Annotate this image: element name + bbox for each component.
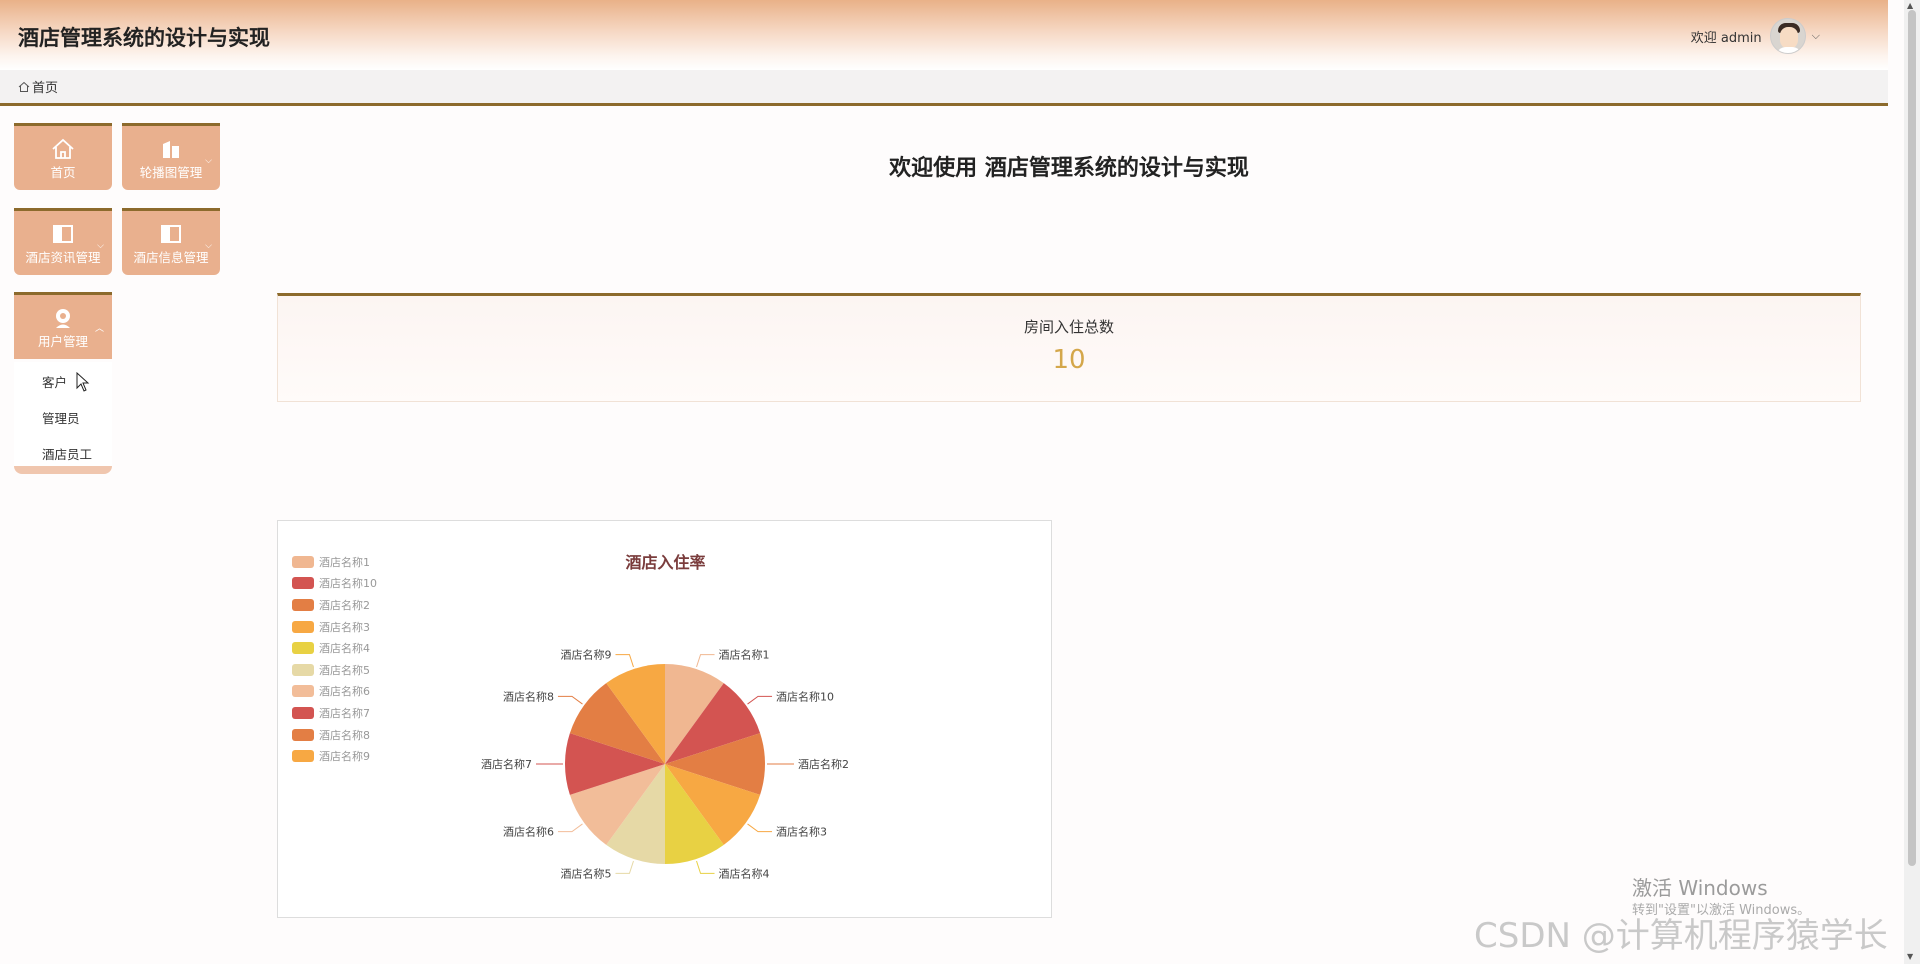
app-title: 酒店管理系统的设计与实现 [18,26,270,50]
pie-slice-label: 酒店名称9 [560,648,611,662]
sidebar-item-hotel-news[interactable]: 酒店资讯管理 ⌵ [14,208,112,275]
stat-card-room-checkins: 房间入住总数 10 [277,293,1861,402]
vertical-scrollbar[interactable]: ▲ ▼ [1904,0,1920,964]
csdn-watermark: CSDN @计算机程序猿学长 [1474,916,1888,956]
submenu-item-staff[interactable]: 酒店员工 [42,444,92,463]
user-avatar-icon[interactable] [1769,18,1806,54]
pie-label-line [696,654,715,668]
pie-label-line [747,823,773,833]
pie-slice-label: 酒店名称10 [776,689,834,703]
pie-slice-label: 酒店名称8 [503,689,554,703]
welcome-heading: 欢迎使用 酒店管理系统的设计与实现 [889,156,1249,181]
chevron-down-icon: ⌵ [205,156,212,166]
user-management-submenu: 客户 管理员 酒店员工 [14,362,112,474]
chevron-down-icon[interactable]: ⌵ [1812,29,1820,43]
mouse-cursor-icon [76,372,90,392]
pie-label-line [557,823,583,833]
pie-label-line [696,860,715,874]
pie-slice-label: 酒店名称5 [560,866,611,880]
pie-label-line [747,695,773,705]
submenu-item-admin[interactable]: 管理员 [42,408,80,427]
scroll-down-arrow-icon[interactable]: ▼ [1907,952,1913,961]
chevron-down-icon: ⌵ [205,241,212,251]
user-menu[interactable]: 欢迎 admin ⌵ [1691,18,1820,54]
occupancy-chart-card: 酒店入住率 酒店名称1 酒店名称10 酒店名称2 酒店名称3 酒店名称4 酒店名称5 酒店名… [277,520,1052,918]
submenu-item-customer[interactable]: 客户 [42,372,67,391]
stat-value: 10 [1052,345,1086,375]
pie-slice-label: 酒店名称6 [503,825,554,839]
scrollbar-thumb[interactable] [1908,10,1916,866]
welcome-user-text: 欢迎 admin [1690,30,1762,46]
sidebar-item-hotel-info[interactable]: 酒店信息管理 ⌵ [122,208,220,275]
pie-slice-label: 酒店名称3 [776,825,827,839]
chevron-down-icon: ⌵ [97,241,104,251]
chevron-up-icon: ︿ [94,324,104,334]
home-icon [18,81,30,92]
sidebar-item-user-management[interactable]: 用户管理 ︿ [14,292,112,359]
breadcrumb-home-link[interactable]: 首页 [32,77,58,96]
scroll-up-arrow-icon[interactable]: ▲ [1907,1,1913,10]
breadcrumb: 首页 [0,70,1888,106]
panel-icon [161,225,181,243]
pie-slice-label: 酒店名称2 [798,757,849,771]
sidebar-item-carousel[interactable]: 轮播图管理 ⌵ [122,123,220,190]
sidebar-item-label: 首页 [50,165,76,180]
building-icon [163,141,179,158]
activate-windows-title: 激活 Windows [1632,876,1768,900]
pie-label-line [557,695,583,705]
top-header: 酒店管理系统的设计与实现 欢迎 admin ⌵ [0,0,1888,70]
user-icon [56,309,70,328]
panel-icon [53,225,73,243]
pie-slice-label: 酒店名称1 [719,648,770,662]
home-icon [52,138,74,159]
pie-slice-label: 酒店名称7 [481,757,532,771]
pie-slice-label: 酒店名称4 [719,866,770,880]
pie-label-line [615,654,634,668]
sidebar-item-home[interactable]: 首页 [14,123,112,190]
stat-label: 房间入住总数 [1023,318,1114,336]
pie-label-line [615,860,634,874]
pie-chart: 酒店名称1 酒店名称10 酒店名称2 酒店名称3 酒店名称4 酒店名称5 酒店名称6 酒店名称… [481,648,849,881]
